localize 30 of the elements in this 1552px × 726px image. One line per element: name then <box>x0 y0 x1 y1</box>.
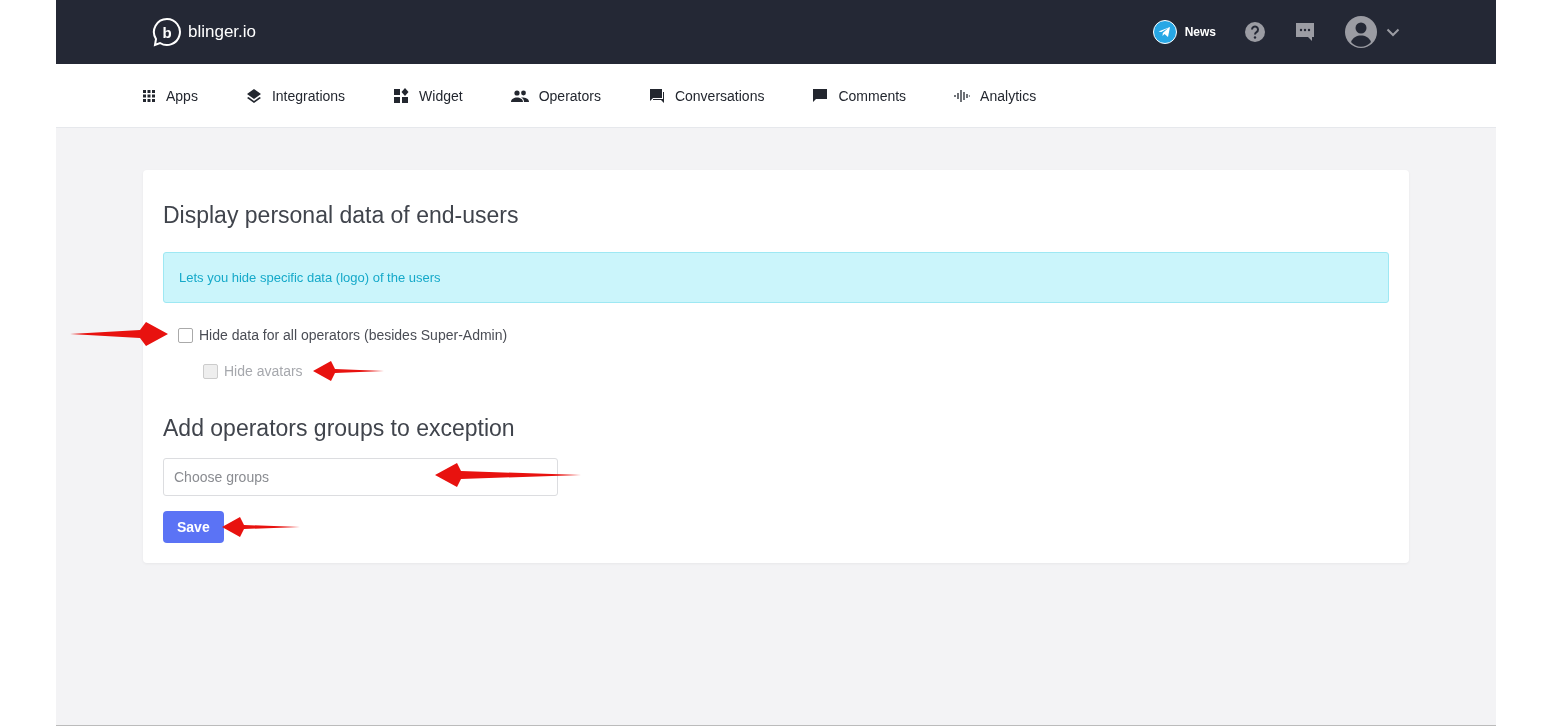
section-title: Add operators groups to exception <box>163 415 516 442</box>
nav-item[interactable]: Apps <box>142 87 198 104</box>
brand-name: blinger.io <box>188 22 257 42</box>
nav-item[interactable]: Conversations <box>648 87 765 104</box>
groups-field[interactable]: Choose groups <box>163 458 558 496</box>
checkbox[interactable] <box>178 327 193 343</box>
card-title: Display personal data of end-users <box>163 202 520 229</box>
chat-icon[interactable] <box>1294 21 1316 43</box>
save-button[interactable]: Save <box>163 511 224 543</box>
nav-icon <box>954 87 971 104</box>
checkbox-label: Hide avatars <box>224 363 303 379</box>
nav-item[interactable]: Comments <box>812 87 907 104</box>
chevron-down-icon[interactable] <box>1386 27 1400 37</box>
avatar-icon[interactable] <box>1344 15 1378 49</box>
nav-icon <box>648 87 665 104</box>
nav-icon <box>142 88 156 103</box>
help-icon[interactable] <box>1244 21 1266 43</box>
nav-item[interactable]: Integrations <box>245 87 346 104</box>
nav-icon <box>393 87 410 104</box>
paper-plane-icon <box>1152 20 1177 44</box>
nav-icon <box>510 89 529 102</box>
news-link[interactable]: News <box>1152 20 1216 44</box>
nav-icon <box>245 87 262 104</box>
nav-item[interactable]: Widget <box>393 87 463 104</box>
nav-icon <box>812 87 829 104</box>
logo-icon: b <box>152 17 182 47</box>
checkbox-label: Hide data for all operators (besides Super-Admin) <box>199 327 508 343</box>
info-alert: Lets you hide specific data (logo) of the users <box>163 252 1389 303</box>
nav-item[interactable]: Analytics <box>954 87 1037 104</box>
nav-item[interactable]: Operators <box>510 87 601 104</box>
